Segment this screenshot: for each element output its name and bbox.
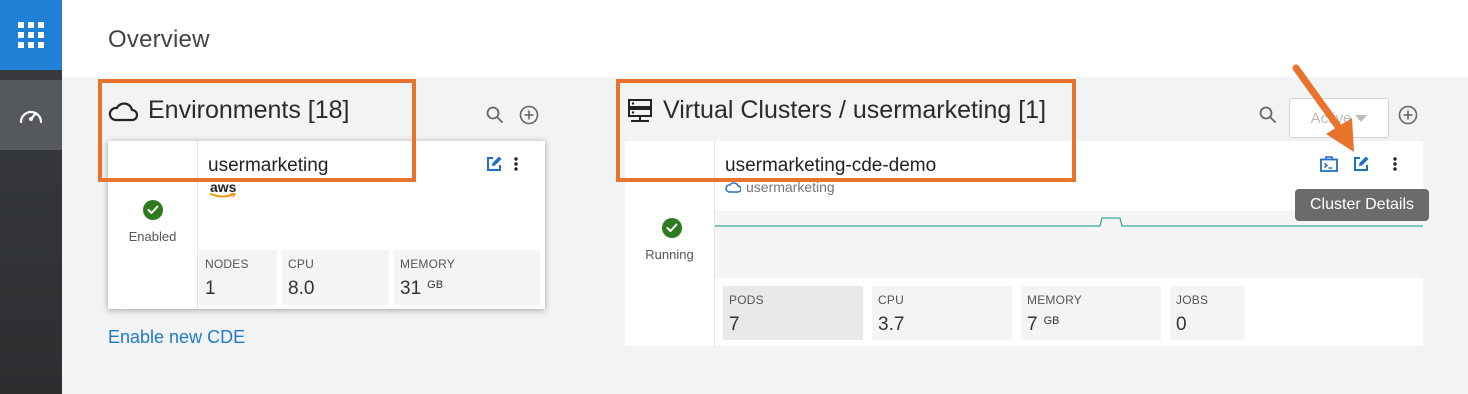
stat-label: JOBS (1176, 293, 1209, 307)
stat-number: 31 (400, 278, 422, 299)
stat-value: 7 (729, 314, 740, 336)
stat-number: 3.7 (878, 314, 905, 335)
environment-stat-nodes: NODES 1 (199, 250, 277, 305)
virtual-cluster-stat-cpu: CPU 3.7 (872, 286, 1012, 340)
stat-value: 0 (1176, 314, 1187, 336)
terminal-briefcase-icon (1320, 156, 1338, 172)
virtual-cluster-stat-pods: PODS 7 (723, 286, 863, 340)
environments-search-button[interactable] (484, 104, 506, 126)
annotation-box-virtual-clusters (616, 79, 1076, 182)
stat-unit: GB (427, 279, 444, 291)
stat-label: PODS (729, 293, 764, 307)
stat-value: 1 (205, 278, 216, 300)
stat-value: 7 GB (1027, 314, 1059, 336)
plus-circle-icon (519, 105, 539, 125)
stat-number: 1 (205, 278, 216, 299)
cloud-icon (725, 182, 741, 193)
stat-value: 8.0 (288, 278, 314, 300)
stat-value: 31 GB (400, 278, 443, 300)
annotation-arrow (1292, 64, 1354, 152)
stat-number: 7 (1027, 314, 1038, 335)
stat-number: 8.0 (288, 278, 315, 299)
stat-number: 0 (1176, 314, 1187, 335)
cluster-details-button[interactable] (1350, 153, 1372, 175)
cluster-details-tooltip: Cluster Details (1295, 189, 1429, 221)
page-title: Overview (108, 26, 210, 53)
enable-new-cde-link[interactable]: Enable new CDE (108, 327, 245, 348)
check-circle-icon (143, 200, 163, 220)
virtual-clusters-search-button[interactable] (1257, 104, 1279, 126)
environments-add-button[interactable] (517, 104, 541, 126)
cluster-terminal-button[interactable] (1317, 153, 1341, 175)
annotation-box-environments (98, 79, 416, 182)
virtual-cluster-status-label: Running (645, 247, 694, 262)
virtual-cluster-more-menu[interactable] (1388, 153, 1402, 175)
aws-logo: aws (210, 180, 236, 199)
stat-label: CPU (288, 257, 314, 271)
stat-label: CPU (878, 293, 904, 307)
more-vertical-icon (514, 157, 518, 171)
grid-icon (18, 22, 44, 48)
plus-circle-icon (1398, 105, 1418, 125)
stat-label: MEMORY (1027, 293, 1082, 307)
search-icon (1259, 106, 1276, 123)
search-icon (486, 106, 503, 123)
environment-stat-cpu: CPU 8.0 (282, 250, 389, 305)
environment-status-label: Enabled (128, 229, 177, 244)
virtual-cluster-stat-memory: MEMORY 7 GB (1021, 286, 1161, 340)
stat-unit: GB (1043, 315, 1060, 327)
usage-sparkline (715, 211, 1423, 278)
sparkline-svg (715, 217, 1423, 227)
stat-value: 3.7 (878, 314, 904, 336)
stat-label: MEMORY (400, 257, 455, 271)
virtual-cluster-stat-jobs: JOBS 0 (1170, 286, 1245, 340)
page-header: Overview (62, 0, 1468, 77)
more-vertical-icon (1393, 157, 1397, 171)
dashboard-nav-button[interactable] (0, 80, 62, 150)
environment-edit-button[interactable] (483, 153, 505, 175)
check-circle-icon (662, 218, 682, 238)
left-rail (0, 0, 62, 394)
virtual-clusters-add-button[interactable] (1396, 104, 1420, 126)
speedometer-icon (19, 110, 43, 124)
app-launcher-button[interactable] (0, 0, 62, 70)
environment-stat-memory: MEMORY 31 GB (394, 250, 540, 305)
stat-number: 7 (729, 314, 740, 335)
environment-more-menu[interactable] (509, 153, 523, 175)
stat-label: NODES (205, 257, 249, 271)
edit-icon (1354, 156, 1369, 171)
edit-icon (487, 156, 502, 171)
